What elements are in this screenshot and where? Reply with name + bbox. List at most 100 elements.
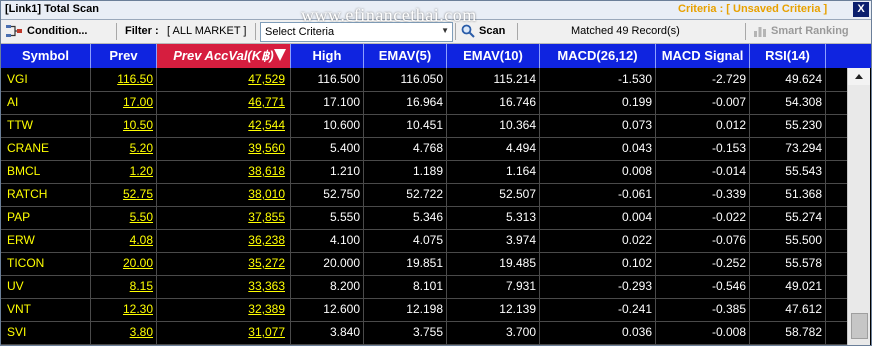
scan-button[interactable]: Scan	[461, 22, 505, 40]
scroll-thumb[interactable]	[851, 313, 868, 339]
cell-symbol[interactable]: TTW	[1, 114, 91, 137]
cell-prev-acc-val[interactable]: 36,238	[157, 229, 291, 252]
cell-emav5: 5.346	[364, 206, 447, 229]
table-row[interactable]: VNT 12.30 32,389 12.600 12.198 12.139 -0.241 -0…	[1, 298, 847, 322]
cell-macd: 0.004	[540, 206, 656, 229]
cell-prev[interactable]: 116.50	[91, 68, 157, 91]
condition-button[interactable]: Condition...	[5, 22, 87, 40]
cell-high: 52.750	[291, 183, 364, 206]
table-row[interactable]: PAP 5.50 37,855 5.550 5.346 5.313 0.004 -0.022 5…	[1, 206, 847, 230]
matched-records: Matched 49 Record(s)	[571, 25, 680, 37]
cell-prev[interactable]: 10.50	[91, 114, 157, 137]
cell-prev[interactable]: 4.08	[91, 229, 157, 252]
cell-macd: 0.073	[540, 114, 656, 137]
cell-high: 10.600	[291, 114, 364, 137]
scroll-up-button[interactable]	[848, 68, 870, 85]
cell-emav10: 115.214	[447, 68, 540, 91]
cell-prev[interactable]: 5.50	[91, 206, 157, 229]
cell-prev-acc-val[interactable]: 47,529	[157, 68, 291, 91]
cell-prev[interactable]: 1.20	[91, 160, 157, 183]
cell-macd: -0.293	[540, 275, 656, 298]
cell-emav5: 3.755	[364, 321, 447, 344]
close-button[interactable]: X	[853, 2, 869, 17]
table-row[interactable]: AI 17.00 46,771 17.100 16.964 16.746 0.199 -0.0…	[1, 91, 847, 115]
cell-emav5: 116.050	[364, 68, 447, 91]
cell-high: 5.550	[291, 206, 364, 229]
col-header-prev[interactable]: Prev	[91, 44, 157, 68]
col-header-symbol[interactable]: Symbol	[1, 44, 91, 68]
smart-ranking-label: Smart Ranking	[771, 25, 849, 37]
cell-prev-acc-val[interactable]: 35,272	[157, 252, 291, 275]
table-row[interactable]: ERW 4.08 36,238 4.100 4.075 3.974 0.022 -0.076 5…	[1, 229, 847, 253]
cell-prev-acc-val[interactable]: 32,389	[157, 298, 291, 321]
row-filler	[826, 137, 847, 160]
cell-prev[interactable]: 3.80	[91, 321, 157, 344]
cell-emav10: 19.485	[447, 252, 540, 275]
vertical-scrollbar[interactable]	[847, 68, 870, 345]
arrow-up-icon	[855, 74, 863, 79]
cell-prev-acc-val[interactable]: 39,560	[157, 137, 291, 160]
cell-symbol[interactable]: SVI	[1, 321, 91, 344]
cell-rsi: 55.578	[750, 252, 826, 275]
cell-emav10: 5.313	[447, 206, 540, 229]
cell-macd: -0.241	[540, 298, 656, 321]
scan-label: Scan	[479, 25, 506, 37]
row-filler	[826, 206, 847, 229]
table-row[interactable]: VGI 116.50 47,529 116.500 116.050 115.214 -1.5…	[1, 68, 847, 92]
cell-prev[interactable]: 20.00	[91, 252, 157, 275]
cell-rsi: 58.782	[750, 321, 826, 344]
table-row[interactable]: UV 8.15 33,363 8.200 8.101 7.931 -0.293 -0.546 4…	[1, 275, 847, 299]
col-header-emav10[interactable]: EMAV(10)	[447, 44, 540, 68]
cell-high: 5.400	[291, 137, 364, 160]
col-header-prev-acc-val[interactable]: Prev AccVal(K฿)	[157, 44, 291, 68]
table-row[interactable]: BMCL 1.20 38,618 1.210 1.189 1.164 0.008 -0.014…	[1, 160, 847, 184]
cell-emav10: 3.700	[447, 321, 540, 344]
cell-high: 17.100	[291, 91, 364, 114]
cell-symbol[interactable]: ERW	[1, 229, 91, 252]
cell-high: 4.100	[291, 229, 364, 252]
cell-high: 116.500	[291, 68, 364, 91]
cell-prev-acc-val[interactable]: 33,363	[157, 275, 291, 298]
row-filler	[826, 68, 847, 91]
row-filler	[826, 275, 847, 298]
col-header-macd-signal[interactable]: MACD Signal	[656, 44, 750, 68]
cell-prev[interactable]: 17.00	[91, 91, 157, 114]
cell-prev-acc-val[interactable]: 42,544	[157, 114, 291, 137]
table-row[interactable]: RATCH 52.75 38,010 52.750 52.722 52.507 -0.061…	[1, 183, 847, 207]
cell-prev-acc-val[interactable]: 38,010	[157, 183, 291, 206]
cell-prev-acc-val[interactable]: 37,855	[157, 206, 291, 229]
cell-rsi: 73.294	[750, 137, 826, 160]
cell-macd-signal: -0.008	[656, 321, 750, 344]
criteria-select[interactable]: Select Criteria ▼	[260, 22, 453, 42]
cell-prev[interactable]: 12.30	[91, 298, 157, 321]
cell-symbol[interactable]: CRANE	[1, 137, 91, 160]
table-row[interactable]: SVI 3.80 31,077 3.840 3.755 3.700 0.036 -0.008 5…	[1, 321, 847, 345]
col-header-emav5[interactable]: EMAV(5)	[364, 44, 447, 68]
cell-prev[interactable]: 5.20	[91, 137, 157, 160]
table-row[interactable]: TTW 10.50 42,544 10.600 10.451 10.364 0.073 0.0…	[1, 114, 847, 138]
col-header-rsi[interactable]: RSI(14)	[750, 44, 826, 68]
cell-symbol[interactable]: BMCL	[1, 160, 91, 183]
table-row[interactable]: CRANE 5.20 39,560 5.400 4.768 4.494 0.043 -0.15…	[1, 137, 847, 161]
cell-macd: 0.199	[540, 91, 656, 114]
row-filler	[826, 91, 847, 114]
cell-symbol[interactable]: VGI	[1, 68, 91, 91]
col-header-macd[interactable]: MACD(26,12)	[540, 44, 656, 68]
cell-symbol[interactable]: PAP	[1, 206, 91, 229]
cell-prev[interactable]: 52.75	[91, 183, 157, 206]
cell-symbol[interactable]: AI	[1, 91, 91, 114]
cell-symbol[interactable]: RATCH	[1, 183, 91, 206]
col-header-high[interactable]: High	[291, 44, 364, 68]
table-row[interactable]: TICON 20.00 35,272 20.000 19.851 19.485 0.102-…	[1, 252, 847, 276]
cell-symbol[interactable]: TICON	[1, 252, 91, 275]
cell-emav10: 1.164	[447, 160, 540, 183]
cell-prev-acc-val[interactable]: 31,077	[157, 321, 291, 344]
cell-symbol[interactable]: UV	[1, 275, 91, 298]
cell-symbol[interactable]: VNT	[1, 298, 91, 321]
filter-value[interactable]: [ ALL MARKET ]	[167, 25, 246, 37]
smart-ranking-button[interactable]: Smart Ranking	[753, 22, 849, 40]
cell-prev-acc-val[interactable]: 38,618	[157, 160, 291, 183]
cell-prev-acc-val[interactable]: 46,771	[157, 91, 291, 114]
row-filler	[826, 321, 847, 344]
cell-prev[interactable]: 8.15	[91, 275, 157, 298]
